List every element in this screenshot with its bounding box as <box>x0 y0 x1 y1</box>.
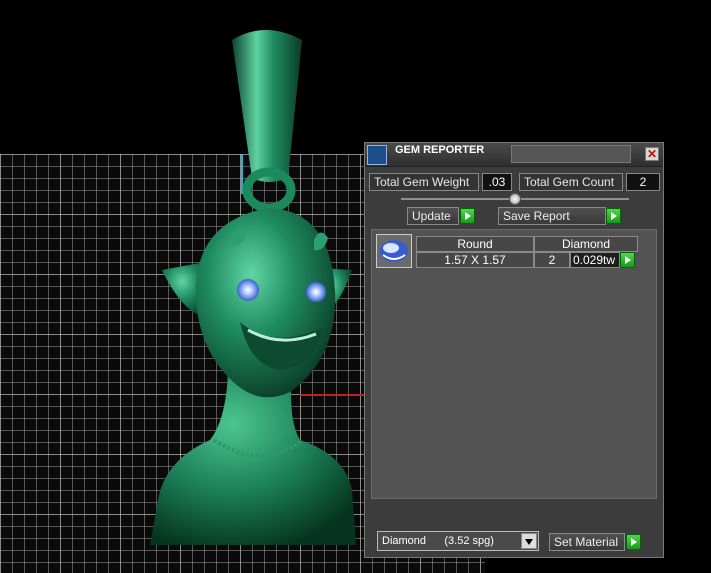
slider-handle[interactable] <box>509 193 521 205</box>
panel-title: GEM REPORTER <box>395 144 485 156</box>
close-icon[interactable]: ✕ <box>645 147 659 161</box>
gem-reporter-titlebar[interactable]: GEM REPORTER ✕ <box>365 143 663 167</box>
left-eye-gem <box>237 279 259 301</box>
chevron-down-icon[interactable] <box>521 533 537 549</box>
total-gem-count-value: 2 <box>626 173 660 191</box>
update-button[interactable]: Update <box>407 207 459 225</box>
gem-size-cell: 1.57 X 1.57 <box>416 252 534 268</box>
report-icon <box>367 145 387 165</box>
gem-list: Round Diamond 1.57 X 1.57 2 0.029tw <box>371 229 657 499</box>
material-select-value: Diamond (3.52 spg) <box>382 535 494 547</box>
save-report-button[interactable]: Save Report <box>498 207 606 225</box>
title-tab <box>511 145 631 163</box>
total-gem-weight-label: Total Gem Weight <box>369 173 479 191</box>
gem-weight-cell: 0.029tw <box>570 252 620 268</box>
material-select[interactable]: Diamond (3.52 spg) <box>377 531 539 551</box>
gem-type-header: Diamond <box>534 236 638 252</box>
set-material-button[interactable]: Set Material <box>549 533 625 551</box>
gem-thumbnail[interactable] <box>376 234 412 268</box>
gem-reporter-panel: GEM REPORTER ✕ Total Gem Weight .03 Tota… <box>364 142 664 558</box>
right-eye-gem <box>306 282 326 302</box>
save-report-go-icon[interactable] <box>606 208 621 224</box>
set-material-go-icon[interactable] <box>626 534 641 550</box>
update-go-icon[interactable] <box>460 208 475 224</box>
total-gem-count-label: Total Gem Count <box>519 173 623 191</box>
head-shape <box>195 208 336 398</box>
gem-row-go-icon[interactable] <box>620 252 635 268</box>
bail-shape <box>232 30 302 182</box>
bust-shape <box>150 372 356 545</box>
total-gem-weight-value: .03 <box>482 173 512 191</box>
gem-count-cell: 2 <box>534 252 570 268</box>
gem-shape-header: Round <box>416 236 534 252</box>
